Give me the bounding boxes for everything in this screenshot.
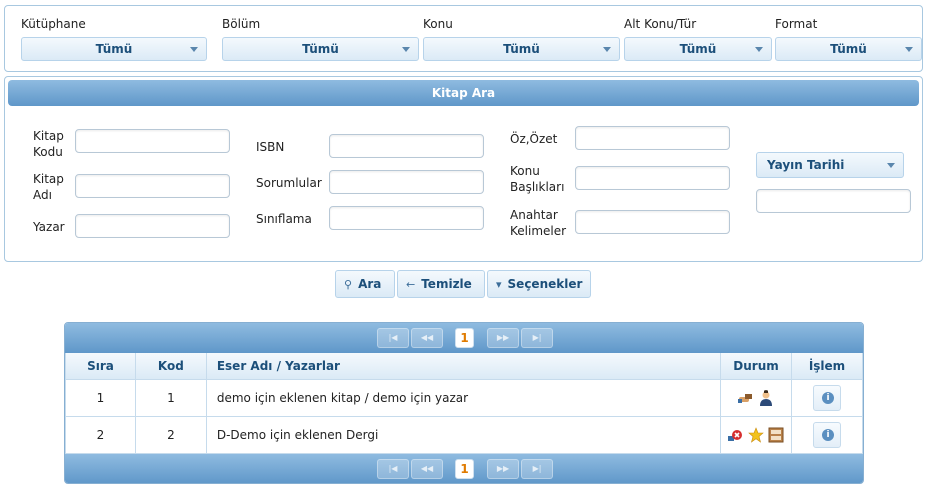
chevron-down-icon: [887, 163, 895, 168]
first-page-icon[interactable]: |◀: [377, 328, 409, 348]
konu-basliklari-label: Konu Başlıkları: [510, 164, 565, 194]
chevron-down-icon: [190, 47, 198, 52]
kitap-kodu-label: Kitap Kodu: [33, 129, 64, 159]
current-page[interactable]: 1: [455, 459, 474, 479]
filter-panel: Kütüphane Tümü Bölüm Tümü Konu Tümü Alt …: [4, 5, 923, 72]
ara-button[interactable]: ⚲ Ara: [335, 270, 395, 298]
status-icons: [728, 426, 784, 443]
cell-sira: 2: [65, 415, 136, 454]
anahtar-kelimeler-input[interactable]: [575, 210, 730, 234]
konu-select[interactable]: Tümü: [423, 37, 620, 61]
chevron-down-icon: [603, 47, 611, 52]
table-row: 1 1 demo için eklenen kitap / demo için …: [65, 378, 863, 417]
secenekler-button[interactable]: ▾ Seçenekler: [487, 270, 591, 298]
next-page-icon[interactable]: ▶▶: [487, 328, 519, 348]
search-icon: ⚲: [344, 278, 353, 291]
bolum-select[interactable]: Tümü: [222, 37, 419, 61]
yazar-input[interactable]: [75, 214, 230, 238]
anahtar-kelimeler-label: Anahtar Kelimeler: [510, 208, 567, 238]
yazar-label: Yazar: [33, 220, 65, 234]
yayin-tarihi-select[interactable]: Yayın Tarihi: [756, 152, 904, 178]
hand-book-icon: [738, 393, 753, 403]
search-panel-title: Kitap Ara: [8, 80, 919, 106]
kutuphane-select[interactable]: Tümü: [21, 37, 207, 61]
filter-label-bolum: Bölüm: [222, 17, 261, 31]
oz-ozet-input[interactable]: [575, 126, 730, 150]
filter-label-konu: Konu: [423, 17, 453, 31]
temizle-button[interactable]: ← Temizle: [397, 270, 485, 298]
prev-page-icon[interactable]: ◀◀: [411, 328, 443, 348]
first-page-icon[interactable]: |◀: [377, 459, 409, 479]
format-select-value: Tümü: [830, 42, 867, 56]
format-select[interactable]: Tümü: [775, 37, 922, 61]
kitap-adi-input[interactable]: [75, 174, 230, 198]
column-header-durum[interactable]: Durum: [720, 353, 793, 380]
alt-konu-select[interactable]: Tümü: [624, 37, 772, 61]
last-page-icon[interactable]: ▶|: [521, 459, 553, 479]
pager-bottom: |◀ ◀◀ 1 ▶▶ ▶|: [65, 454, 863, 483]
sorumlular-label: Sorumlular: [256, 176, 322, 190]
secenekler-button-label: Seçenekler: [507, 277, 583, 291]
search-panel: Kitap Ara Kitap Kodu Kitap Adı Yazar ISB…: [4, 76, 923, 262]
bolum-select-value: Tümü: [302, 42, 339, 56]
isbn-input[interactable]: [329, 134, 484, 158]
cell-durum: [720, 378, 793, 417]
yayin-tarihi-select-value: Yayın Tarihi: [767, 158, 845, 172]
cell-kod: 2: [134, 415, 207, 454]
person-icon: [759, 389, 772, 406]
star-icon: [748, 426, 764, 443]
prev-page-icon[interactable]: ◀◀: [411, 459, 443, 479]
kitap-adi-label: Kitap Adı: [33, 172, 64, 202]
filter-label-alt-konu: Alt Konu/Tür: [624, 17, 697, 31]
error-badge-icon: [728, 429, 743, 441]
alt-konu-select-value: Tümü: [679, 42, 717, 56]
info-button[interactable]: i: [813, 421, 841, 448]
info-icon: i: [822, 428, 834, 441]
siniflama-input[interactable]: [329, 206, 484, 230]
oz-ozet-label: Öz,Özet: [510, 132, 558, 146]
chevron-down-icon: [402, 47, 410, 52]
konu-basliklari-input[interactable]: [575, 166, 730, 190]
column-header-islem[interactable]: İşlem: [791, 353, 863, 380]
chevron-down-icon: [755, 47, 763, 52]
column-header-kod[interactable]: Kod: [134, 353, 207, 380]
results-grid: |◀ ◀◀ 1 ▶▶ ▶| Sıra Kod Eser Adı / Yazarl…: [64, 322, 864, 484]
siniflama-label: Sınıflama: [256, 212, 312, 226]
results-table: Sıra Kod Eser Adı / Yazarlar Durum İşlem…: [65, 353, 863, 454]
cell-eser: demo için eklenen kitap / demo için yaza…: [205, 378, 722, 417]
pager-top: |◀ ◀◀ 1 ▶▶ ▶|: [65, 323, 863, 353]
konu-select-value: Tümü: [503, 42, 540, 56]
last-page-icon[interactable]: ▶|: [521, 328, 553, 348]
column-header-eser[interactable]: Eser Adı / Yazarlar: [205, 353, 722, 380]
ara-button-label: Ara: [358, 277, 382, 291]
column-header-sira[interactable]: Sıra: [65, 353, 136, 380]
cell-sira: 1: [65, 378, 136, 417]
kutuphane-select-value: Tümü: [95, 42, 133, 56]
arrow-left-icon: ←: [406, 278, 416, 291]
kitap-kodu-input[interactable]: [75, 129, 230, 153]
cell-eser: D-Demo için eklenen Dergi: [205, 415, 722, 454]
temizle-button-label: Temizle: [421, 277, 472, 291]
cell-durum: [720, 415, 793, 454]
filter-label-kutuphane: Kütüphane: [21, 17, 86, 31]
sorumlular-input[interactable]: [329, 170, 484, 194]
filter-label-format: Format: [775, 17, 818, 31]
status-icons: [738, 389, 774, 406]
yayin-tarihi-input[interactable]: [756, 189, 911, 213]
cell-islem: i: [791, 415, 863, 454]
cell-kod: 1: [134, 378, 207, 417]
cell-islem: i: [791, 378, 863, 417]
info-button[interactable]: i: [813, 384, 841, 411]
chevron-down-icon: ▾: [496, 278, 502, 291]
info-icon: i: [822, 391, 834, 404]
table-row: 2 2 D-Demo için eklenen Dergi i: [65, 415, 863, 454]
shelf-icon: [768, 427, 784, 442]
current-page[interactable]: 1: [455, 328, 474, 348]
isbn-label: ISBN: [256, 140, 285, 154]
next-page-icon[interactable]: ▶▶: [487, 459, 519, 479]
chevron-down-icon: [905, 47, 913, 52]
